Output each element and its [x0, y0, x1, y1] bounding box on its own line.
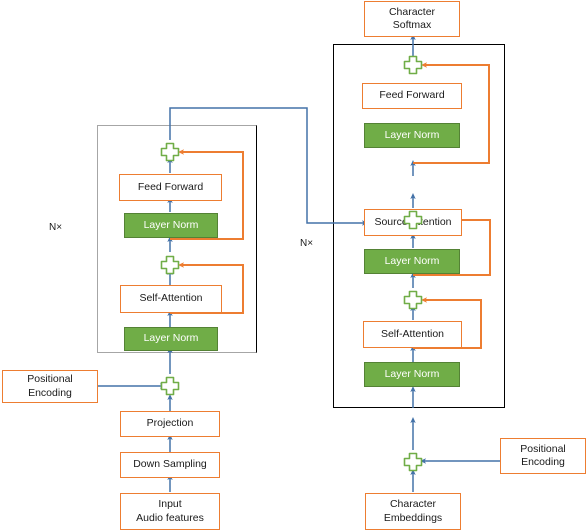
- decoder-layer-norm-1[interactable]: Layer Norm: [364, 362, 460, 387]
- decoder-feed-forward[interactable]: Feed Forward: [362, 83, 462, 109]
- projection[interactable]: Projection: [120, 411, 220, 437]
- encoder-layer-norm-2[interactable]: Layer Norm: [124, 213, 218, 238]
- encoder-feed-forward[interactable]: Feed Forward: [119, 174, 222, 201]
- decoder-add-1-junction: [403, 290, 423, 310]
- decoder-layer-norm-3[interactable]: Layer Norm: [364, 123, 460, 148]
- input-audio-features[interactable]: Input Audio features: [120, 493, 220, 530]
- decoder-self-attention[interactable]: Self-Attention: [363, 321, 462, 348]
- encoder-add-1-junction: [160, 255, 180, 275]
- encoder-self-attention[interactable]: Self-Attention: [120, 285, 222, 313]
- encoder-add-2-junction: [160, 142, 180, 162]
- decoder-input-add-junction: [403, 452, 423, 472]
- positional-encoding-encoder[interactable]: Positional Encoding: [2, 370, 98, 403]
- decoder-add-2-junction: [403, 210, 423, 230]
- decoder-repeat-label: N×: [300, 238, 314, 249]
- down-sampling[interactable]: Down Sampling: [120, 452, 220, 478]
- encoder-layer-norm-1[interactable]: Layer Norm: [124, 327, 218, 351]
- decoder-add-3-junction: [403, 55, 423, 75]
- character-softmax[interactable]: Character Softmax: [364, 1, 460, 37]
- encoder-repeat-label: N×: [49, 222, 63, 233]
- encoder-input-add-junction: [160, 376, 180, 396]
- positional-encoding-decoder[interactable]: Positional Encoding: [500, 438, 586, 474]
- decoder-layer-norm-2[interactable]: Layer Norm: [364, 249, 460, 274]
- architecture-diagram: N× N× Layer Norm Self-Attention Layer No…: [0, 0, 588, 530]
- character-embeddings[interactable]: Character Embeddings: [365, 493, 461, 530]
